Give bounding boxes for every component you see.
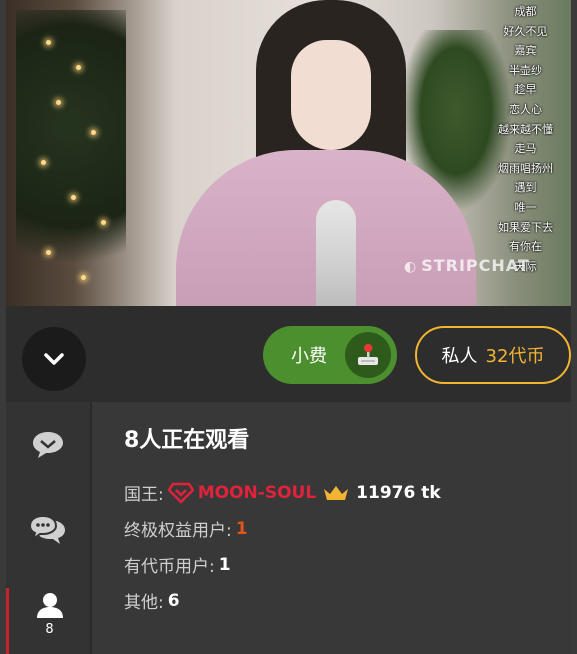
viewer-count-badge: 8 (45, 622, 54, 637)
tip-button[interactable]: 小费 (263, 326, 397, 384)
song-item: 趁早 (514, 83, 537, 97)
king-tokens: 11976 tk (356, 482, 441, 503)
token-users-count: 1 (218, 554, 231, 575)
others-row: 其他: 6 (124, 588, 180, 614)
logo-icon: ◐ (404, 259, 418, 275)
token-users-label: 有代币用户: (124, 557, 215, 577)
song-item: 恋人心 (509, 102, 542, 116)
private-label: 私人 (441, 346, 478, 367)
video-stream[interactable]: 成都 好久不见 嘉宾 半壶纱 趁早 恋人心 越来越不懂 走马 烟雨唱扬州 遇到 … (6, 0, 571, 306)
private-show-button[interactable]: 私人 32代币 (415, 326, 571, 384)
song-item: 烟雨唱扬州 (498, 161, 553, 175)
ultimate-label: 终极权益用户: (124, 521, 232, 541)
others-label: 其他: (124, 593, 164, 613)
sidebar-item-private-chat[interactable] (6, 514, 90, 546)
token-users-row: 有代币用户: 1 (124, 552, 231, 578)
user-icon (36, 593, 63, 618)
song-list-overlay: 成都 好久不见 嘉宾 半壶纱 趁早 恋人心 越来越不懂 走马 烟雨唱扬州 遇到 … (498, 2, 553, 276)
song-item: 有你在 (509, 240, 542, 254)
king-label: 国王: (124, 485, 164, 505)
song-item: 走马 (514, 142, 537, 156)
ultimate-users-row: 终极权益用户: 1 (124, 516, 248, 542)
diamond-icon (167, 482, 194, 504)
song-item: 成都 (514, 5, 537, 18)
others-count: 6 (167, 590, 180, 611)
collapse-button[interactable] (22, 327, 86, 391)
song-item: 嘉宾 (514, 44, 537, 58)
private-price: 32代币 (485, 346, 545, 367)
sidebar: 8 (6, 402, 90, 654)
joystick-icon (345, 332, 391, 378)
tip-label: 小费 (291, 346, 327, 367)
song-item: 好久不见 (503, 24, 548, 38)
song-item: 半壶纱 (509, 63, 542, 77)
viewers-panel: 8人正在观看 国王: MOON-SOUL 11976 tk 终极权益用户: 1 … (90, 402, 571, 654)
song-item: 遇到 (514, 181, 537, 195)
king-username[interactable]: MOON-SOUL (198, 483, 316, 503)
streamer-face (291, 40, 371, 150)
chat-bubble-icon (33, 432, 63, 458)
christmas-tree-background (16, 10, 126, 300)
king-row: 国王: MOON-SOUL 11976 tk (124, 480, 441, 505)
viewers-title: 8人正在观看 (124, 428, 250, 453)
stripchat-watermark: ◐ STRIPCHAT (404, 256, 530, 275)
sidebar-item-chat[interactable] (6, 430, 90, 460)
private-chat-icon (28, 514, 65, 544)
song-item: 如果爱下去 (498, 220, 553, 234)
sidebar-item-users[interactable]: 8 (6, 588, 90, 654)
song-item: 唯一 (514, 200, 537, 214)
control-bar: 小费 私人 32代币 (6, 306, 571, 402)
chevron-down-icon (44, 353, 64, 365)
ultimate-count: 1 (235, 518, 248, 539)
microphone (316, 200, 356, 306)
crown-icon (324, 485, 349, 500)
song-item: 越来越不懂 (498, 122, 553, 136)
